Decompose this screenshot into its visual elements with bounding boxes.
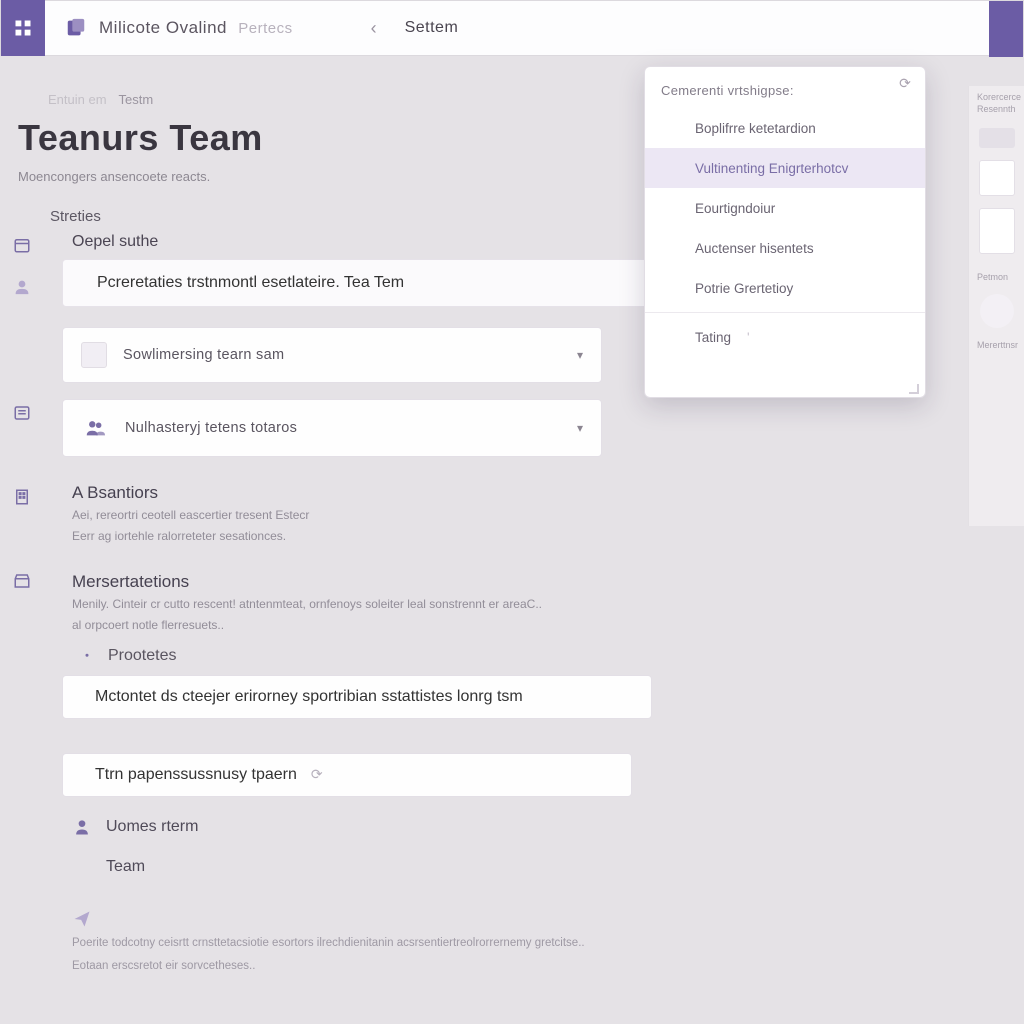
grid-icon <box>13 18 33 38</box>
breadcrumb-item-2[interactable]: Testm <box>119 92 154 107</box>
dropdown-item-3[interactable]: Auctenser hisentets <box>645 228 925 268</box>
protects-label: Prootetes <box>108 647 176 665</box>
app-logo-icon <box>59 17 93 39</box>
dropdown-item-2[interactable]: Eourtigndoiur <box>645 188 925 228</box>
person-icon <box>72 817 92 837</box>
nav-tab[interactable]: Settem <box>405 19 459 37</box>
dropdown-item-0-label: Boplifrre ketetardion <box>695 121 816 136</box>
file-icon <box>661 117 683 139</box>
ghost-label-3: Petmon <box>969 272 1024 282</box>
app-title-main: Milicote Ovalind <box>99 18 227 37</box>
thumbnail-icon <box>81 342 107 368</box>
ghost-label-4: Mererttnsr <box>969 340 1024 350</box>
team-row[interactable]: Team <box>72 857 984 877</box>
dropdown-item-5-label: Tating <box>695 330 731 345</box>
context-dropdown[interactable]: ⟳ Cemerenti vrtshigpse: Boplifrre keteta… <box>644 66 926 398</box>
dropdown-header: Cemerenti vrtshigpse: <box>645 79 925 108</box>
dropdown-item-1[interactable]: Vultinenting Enigrterhotcv <box>645 148 925 188</box>
tim-card-text: Ttrn papenssussnusy tpaern <box>95 766 297 784</box>
nav-back-button[interactable]: ‹ <box>363 17 385 39</box>
sowring-card[interactable]: Sowlimersing tearn sam ▾ <box>62 327 602 383</box>
right-side-panel: Korercerce Resennth Petmon Mererttnsr <box>968 86 1024 526</box>
merser-heading: Mersertatetions <box>72 572 984 592</box>
dropdown-item-4-label: Potrie Grertetioy <box>695 281 793 296</box>
dropdown-recent-row[interactable] <box>645 357 925 387</box>
ghost-thumb-2[interactable] <box>979 160 1015 196</box>
footer-line-1: Poerite todcotny ceisrtt crnsttetacsioti… <box>72 935 692 952</box>
dropdown-close-icon[interactable]: ⟳ <box>895 73 915 93</box>
dropdown-item-4[interactable]: Potrie Grertetioy <box>645 268 925 308</box>
ghost-thumb-4[interactable] <box>980 294 1014 328</box>
topbar-right-accent <box>989 1 1023 57</box>
dropdown-item-5[interactable]: Tating ' <box>645 317 925 357</box>
ghost-label-1: Korercerce <box>969 92 1024 102</box>
chevron-down-icon: ▾ <box>577 421 583 435</box>
motent-card-text: Mctontet ds cteejer erirorney sportribia… <box>95 688 523 706</box>
circle-icon <box>72 857 92 877</box>
chat-icon <box>661 237 683 259</box>
dropdown-separator <box>645 312 925 313</box>
sowring-card-text: Sowlimersing tearn sam <box>123 347 561 363</box>
calendar-icon <box>661 277 683 299</box>
bsantiors-desc-2: Eerr ag iortehle ralorreteter sesationce… <box>72 528 632 545</box>
muster-card[interactable]: Nulhasteryj tetens totaros ▾ <box>62 399 602 457</box>
globe-icon <box>661 366 677 382</box>
app-rail-header[interactable] <box>1 0 45 56</box>
refresh-icon: ⟳ <box>311 766 323 783</box>
dropdown-item-2-label: Eourtigndoiur <box>695 201 775 216</box>
primary-card[interactable]: Pcreretaties trstnmontl esetlateire. Tea… <box>62 259 662 307</box>
uomes-row[interactable]: Uomes rterm <box>72 817 984 837</box>
dropdown-item-0[interactable]: Boplifrre ketetardion <box>645 108 925 148</box>
note-icon <box>661 326 683 348</box>
primary-card-text: Pcreretaties trstnmontl esetlateire. Tea… <box>97 274 404 292</box>
chevron-down-icon: ▾ <box>577 348 583 362</box>
breadcrumb-item-1[interactable]: Entuin em <box>48 92 107 107</box>
ghost-label-2: Resennth <box>969 104 1024 114</box>
topbar-nav: ‹ Settem <box>363 17 459 39</box>
resize-handle-icon[interactable] <box>909 384 919 394</box>
app-title-sub: Pertecs <box>238 20 292 37</box>
doc-icon <box>661 157 683 179</box>
team-icon <box>81 414 109 442</box>
footer-icon-row <box>72 909 984 929</box>
left-rail <box>0 56 44 1024</box>
shield-icon <box>76 645 98 667</box>
app-title: Milicote Ovalind Pertecs <box>99 18 293 38</box>
motent-card[interactable]: Mctontet ds cteejer erirorney sportribia… <box>62 675 652 719</box>
muster-card-text: Nulhasteryj tetens totaros <box>125 420 561 436</box>
rail-calendar-icon[interactable] <box>0 224 44 266</box>
tim-card[interactable]: Ttrn papenssussnusy tpaern ⟳ <box>62 753 632 797</box>
merser-desc-1: Menily. Cinteir cr cutto rescent! atnten… <box>72 596 632 613</box>
merser-desc-2: al orpcoert notle flerresuets.. <box>72 617 632 634</box>
footer-line-2: Eotaan erscsretot eir sorvcetheses.. <box>72 958 692 975</box>
send-icon <box>72 909 92 929</box>
rail-people-icon[interactable] <box>0 266 44 308</box>
rail-list-icon[interactable] <box>0 392 44 434</box>
box-icon <box>661 197 683 219</box>
bsantiors-desc-1: Aei, rereortri ceotell eascertier tresen… <box>72 507 632 524</box>
bsantiors-heading: A Bsantiors <box>72 483 984 503</box>
top-bar: Milicote Ovalind Pertecs ‹ Settem <box>0 0 1024 56</box>
rail-store-icon[interactable] <box>0 560 44 602</box>
team-label: Team <box>106 858 145 876</box>
dropdown-item-1-label: Vultinenting Enigrterhotcv <box>695 161 848 176</box>
protects-row[interactable]: Prootetes <box>76 645 984 667</box>
uomes-label: Uomes rterm <box>106 818 198 836</box>
ghost-thumb-3[interactable] <box>979 208 1015 254</box>
ghost-thumb-1[interactable] <box>979 128 1015 148</box>
dropdown-item-3-label: Auctenser hisentets <box>695 241 814 256</box>
rail-building-icon[interactable] <box>0 476 44 518</box>
